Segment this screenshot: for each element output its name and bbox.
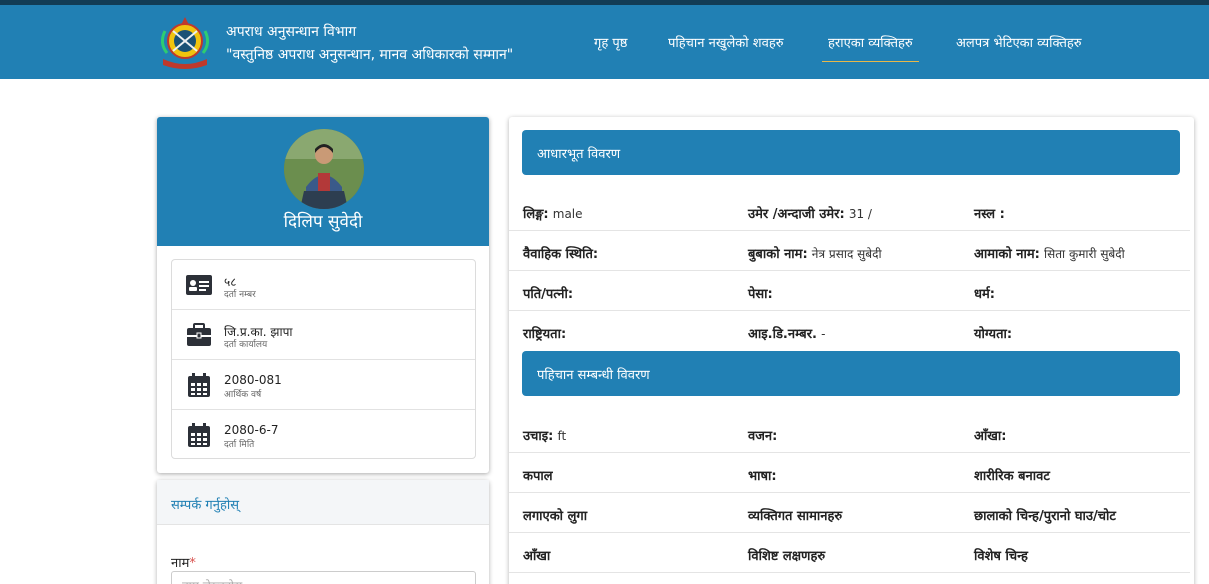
detail-cell: छालाको चिन्ह/पुरानो घाउ/चोट (974, 509, 1116, 524)
info-registration-date: 2080-6-7 दर्ता मिति (172, 410, 475, 460)
name-field-label: नाम* (171, 553, 196, 571)
nav-missing-persons[interactable]: हराएका व्यक्तिहरु (822, 33, 919, 62)
table-row: लगाएको लुगा व्यक्तिगत सामानहरु छालाको चि… (509, 493, 1190, 533)
table-row: राष्ट्रियता: आइ.डि.नम्बर. - योग्यता: (509, 311, 1190, 351)
fiscal-year-value: 2080-081 (224, 373, 282, 387)
info-fiscal-year: 2080-081 आर्थिक वर्ष (172, 360, 475, 410)
detail-cell: वजन: (748, 429, 778, 444)
calendar-icon (185, 372, 213, 398)
detail-cell: लगाएको लुगा (523, 509, 588, 524)
registration-office-label: दर्ता कार्यालय (224, 340, 268, 350)
info-registration-number: ५८ दर्ता नम्बर (172, 260, 475, 310)
identity-details-header: पहिचान सम्बन्धी विवरण (522, 351, 1180, 396)
contact-header: सम्पर्क गर्नुहोस् (157, 480, 489, 525)
details-card: आधारभूत विवरण लिङ्ग: male उमेर /अन्दाजी … (509, 117, 1194, 584)
nav-home[interactable]: गृह पृष्ठ (594, 33, 627, 51)
detail-cell: नस्ल : (974, 207, 1005, 222)
police-emblem-logo[interactable] (155, 15, 215, 73)
detail-cell: उचाइ: ft (523, 429, 567, 444)
detail-cell: आँखा (523, 549, 551, 564)
department-motto: "वस्तुनिष्ठ अपराध अनुसन्धान, मानव अधिकार… (226, 47, 514, 63)
briefcase-icon (185, 322, 213, 348)
detail-cell: विशेष चिन्ह (974, 549, 1028, 564)
calendar-icon (185, 422, 213, 448)
site-header: अपराध अनुसन्धान विभाग "वस्तुनिष्ठ अपराध … (0, 5, 1209, 79)
table-row: उचाइ: ft वजन: आँखा: (509, 413, 1190, 453)
department-title: अपराध अनुसन्धान विभाग (226, 24, 357, 40)
basic-details-header: आधारभूत विवरण (522, 130, 1180, 175)
detail-cell: धर्म: (974, 287, 995, 302)
registration-date-value: 2080-6-7 (224, 423, 279, 437)
detail-cell: आँखा: (974, 429, 1007, 444)
fiscal-year-label: आर्थिक वर्ष (224, 390, 262, 400)
detail-cell: कपाल (523, 469, 553, 484)
detail-cell: वैवाहिक स्थिति: (523, 247, 599, 262)
table-row: कपाल भाषा: शारीरिक बनावट (509, 453, 1190, 493)
id-card-icon (185, 272, 213, 298)
detail-cell: पति/पत्नी: (523, 287, 574, 302)
detail-cell: विशिष्ट लक्षणहरु (748, 549, 826, 564)
detail-cell: उमेर /अन्दाजी उमेर: 31 / (748, 207, 872, 222)
detail-cell: योग्यता: (974, 327, 1013, 342)
detail-cell: आइ.डि.नम्बर. - (748, 327, 826, 342)
nav-found-persons[interactable]: अलपत्र भेटिएका व्यक्तिहरु (956, 33, 1082, 51)
detail-cell: आमाको नाम: सिता कुमारी सुबेदी (974, 247, 1125, 262)
detail-cell: व्यक्तिगत सामानहरु (748, 509, 843, 524)
profile-header: दिलिप सुवेदी (157, 117, 489, 246)
detail-cell: पेसा: (748, 287, 773, 302)
table-row: आँखा विशिष्ट लक्षणहरु विशेष चिन्ह (509, 533, 1190, 573)
name-input[interactable] (171, 571, 476, 584)
name-label-text: नाम (171, 556, 190, 571)
profile-info-list: ५८ दर्ता नम्बर जि.प्र.का. झापा दर्ता कार… (171, 259, 476, 459)
registration-date-label: दर्ता मिति (224, 440, 255, 450)
detail-cell: राष्ट्रियता: (523, 327, 567, 342)
profile-card: दिलिप सुवेदी ५८ दर्ता नम्बर जि.प्र.का. झ… (157, 117, 489, 473)
detail-cell: शारीरिक बनावट (974, 469, 1050, 484)
required-mark: * (189, 556, 196, 571)
registration-number-label: दर्ता नम्बर (224, 290, 256, 300)
table-row: पति/पत्नी: पेसा: धर्म: (509, 271, 1190, 311)
profile-name: दिलिप सुवेदी (283, 212, 363, 232)
detail-cell: भाषा: (748, 469, 777, 484)
detail-cell: बुबाको नाम: नेत्र प्रसाद सुबेदी (748, 247, 882, 262)
info-registration-office: जि.प्र.का. झापा दर्ता कार्यालय (172, 310, 475, 360)
table-row: लिङ्ग: male उमेर /अन्दाजी उमेर: 31 / नस्… (509, 191, 1190, 231)
nav-unidentified-bodies[interactable]: पहिचान नखुलेको शवहरु (668, 33, 784, 51)
detail-cell: लिङ्ग: male (523, 207, 583, 222)
contact-card: सम्पर्क गर्नुहोस् नाम* (157, 480, 489, 584)
table-row: वैवाहिक स्थिति: बुबाको नाम: नेत्र प्रसाद… (509, 231, 1190, 271)
avatar (284, 129, 364, 209)
contact-title: सम्पर्क गर्नुहोस् (171, 498, 240, 513)
